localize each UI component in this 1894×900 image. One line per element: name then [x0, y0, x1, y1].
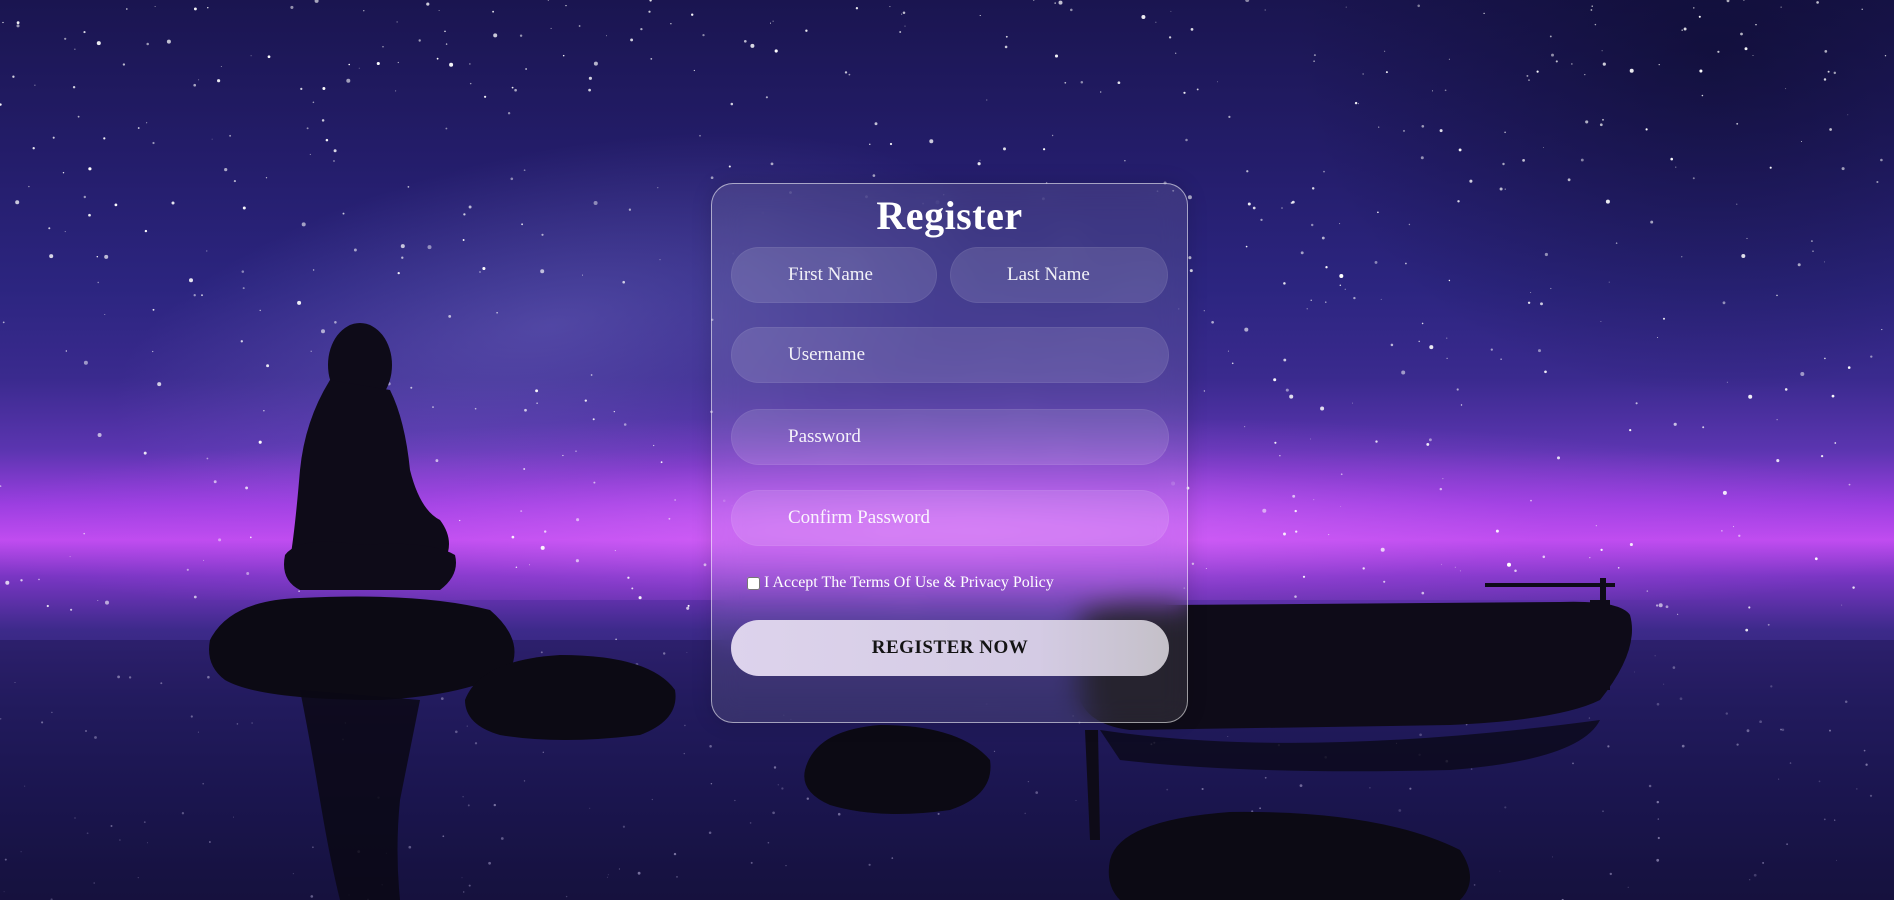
rock-left	[209, 596, 515, 700]
terms-label[interactable]: I Accept The Terms Of Use & Privacy Poli…	[764, 574, 1054, 592]
terms-checkbox[interactable]	[747, 576, 760, 590]
terms-row: I Accept The Terms Of Use & Privacy Poli…	[747, 574, 1054, 592]
first-name-input[interactable]	[731, 247, 937, 303]
register-card: Register I Accept The Terms Of Use & Pri…	[711, 183, 1188, 723]
username-input[interactable]	[731, 327, 1169, 383]
girl-silhouette	[284, 323, 456, 590]
register-title: Register	[876, 193, 1023, 238]
confirm-password-input[interactable]	[731, 490, 1169, 546]
register-now-button[interactable]: REGISTER NOW	[731, 620, 1169, 676]
last-name-input[interactable]	[950, 247, 1168, 303]
password-input[interactable]	[731, 409, 1169, 465]
